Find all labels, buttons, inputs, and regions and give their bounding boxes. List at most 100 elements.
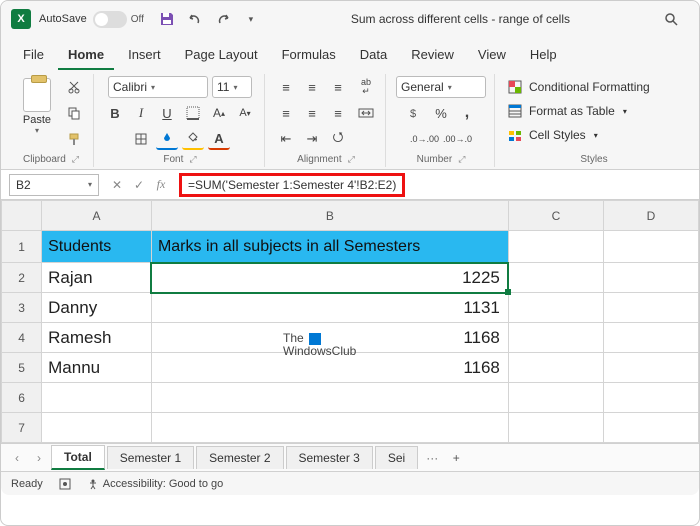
- row-header[interactable]: 2: [2, 263, 42, 293]
- accounting-format-icon[interactable]: $: [404, 102, 426, 124]
- autosave-toggle[interactable]: AutoSave Off: [39, 11, 144, 28]
- active-cell[interactable]: 1225: [151, 263, 508, 293]
- cell[interactable]: [42, 413, 152, 443]
- decrease-decimal-icon[interactable]: .00→.0: [443, 128, 472, 150]
- cell[interactable]: [603, 293, 698, 323]
- toggle-switch-icon[interactable]: [93, 11, 127, 28]
- cell[interactable]: Rajan: [42, 263, 152, 293]
- cell-styles-button[interactable]: Cell Styles▾: [505, 124, 600, 146]
- accessibility-status[interactable]: Accessibility: Good to go: [87, 478, 223, 490]
- number-format-select[interactable]: General▾: [396, 76, 486, 98]
- tab-formulas[interactable]: Formulas: [272, 41, 346, 70]
- cell[interactable]: Marks in all subjects in all Semesters: [151, 231, 508, 263]
- sheet-tab[interactable]: Semester 1: [107, 446, 194, 469]
- cell[interactable]: [151, 383, 508, 413]
- merge-center-icon[interactable]: [355, 102, 377, 124]
- fill-color-icon[interactable]: [182, 128, 204, 150]
- spreadsheet-grid[interactable]: A B C D 1 Students Marks in all subjects…: [1, 200, 699, 443]
- font-color-icon[interactable]: A: [208, 128, 230, 150]
- italic-button[interactable]: I: [130, 102, 152, 124]
- bold-button[interactable]: B: [104, 102, 126, 124]
- underline-button[interactable]: U: [156, 102, 178, 124]
- name-box[interactable]: B2 ▾: [9, 174, 99, 196]
- cell[interactable]: [508, 263, 603, 293]
- column-header[interactable]: C: [508, 201, 603, 231]
- sheet-tab[interactable]: Semester 2: [196, 446, 283, 469]
- comma-format-icon[interactable]: ,: [456, 102, 478, 124]
- dialog-launcher-icon[interactable]: ⤢: [458, 154, 465, 165]
- chevron-down-icon[interactable]: ▾: [35, 126, 39, 135]
- cell[interactable]: 1168: [151, 323, 508, 353]
- align-right-icon[interactable]: ≡: [327, 102, 349, 124]
- add-sheet-icon[interactable]: +: [446, 451, 466, 465]
- align-middle-icon[interactable]: ≡: [301, 76, 323, 98]
- tab-help[interactable]: Help: [520, 41, 567, 70]
- cell[interactable]: [508, 323, 603, 353]
- redo-icon[interactable]: [214, 10, 232, 28]
- format-as-table-button[interactable]: Format as Table▾: [505, 100, 629, 122]
- font-name-select[interactable]: Calibri▾: [108, 76, 208, 98]
- cell[interactable]: [603, 413, 698, 443]
- increase-decimal-icon[interactable]: .0→.00: [410, 128, 439, 150]
- theme-color-icon[interactable]: [156, 128, 178, 150]
- tab-review[interactable]: Review: [401, 41, 464, 70]
- search-icon[interactable]: [661, 9, 681, 29]
- undo-icon[interactable]: [186, 10, 204, 28]
- row-header[interactable]: 6: [2, 383, 42, 413]
- tab-nav-next-icon[interactable]: ›: [29, 451, 49, 465]
- enter-formula-icon[interactable]: ✓: [129, 175, 149, 195]
- borders-icon[interactable]: [130, 128, 152, 150]
- cell[interactable]: [42, 383, 152, 413]
- column-header[interactable]: D: [603, 201, 698, 231]
- tab-page-layout[interactable]: Page Layout: [175, 41, 268, 70]
- dialog-launcher-icon[interactable]: ⤢: [189, 154, 196, 165]
- sheet-tab-total[interactable]: Total: [51, 445, 105, 470]
- increase-indent-icon[interactable]: ⇥: [301, 128, 323, 150]
- cell[interactable]: 1131: [151, 293, 508, 323]
- align-left-icon[interactable]: ≡: [275, 102, 297, 124]
- cell[interactable]: Ramesh: [42, 323, 152, 353]
- cell[interactable]: [603, 353, 698, 383]
- tab-file[interactable]: File: [13, 41, 54, 70]
- cell[interactable]: [603, 323, 698, 353]
- format-painter-icon[interactable]: [63, 128, 85, 150]
- tab-home[interactable]: Home: [58, 41, 114, 70]
- dialog-launcher-icon[interactable]: ⤢: [72, 154, 79, 165]
- cell[interactable]: [508, 413, 603, 443]
- tabs-overflow-icon[interactable]: ···: [420, 451, 444, 465]
- copy-icon[interactable]: [63, 102, 85, 124]
- dialog-launcher-icon[interactable]: ⤢: [348, 154, 355, 165]
- cell[interactable]: [603, 383, 698, 413]
- sheet-tab[interactable]: Semester 3: [286, 446, 373, 469]
- orientation-icon[interactable]: ⭯: [327, 128, 349, 150]
- cell[interactable]: [603, 263, 698, 293]
- paste-button[interactable]: Paste ▾: [17, 76, 57, 135]
- align-bottom-icon[interactable]: ≡: [327, 76, 349, 98]
- column-header[interactable]: A: [42, 201, 152, 231]
- border-button[interactable]: [182, 102, 204, 124]
- conditional-formatting-button[interactable]: Conditional Formatting: [505, 76, 652, 98]
- cut-icon[interactable]: [63, 76, 85, 98]
- tab-insert[interactable]: Insert: [118, 41, 171, 70]
- cell[interactable]: [508, 383, 603, 413]
- cell[interactable]: Mannu: [42, 353, 152, 383]
- decrease-font-icon[interactable]: A▾: [234, 102, 256, 124]
- cell[interactable]: [603, 231, 698, 263]
- align-top-icon[interactable]: ≡: [275, 76, 297, 98]
- cell[interactable]: [508, 353, 603, 383]
- cell[interactable]: [508, 231, 603, 263]
- tab-data[interactable]: Data: [350, 41, 397, 70]
- select-all-corner[interactable]: [2, 201, 42, 231]
- cell[interactable]: 1168: [151, 353, 508, 383]
- row-header[interactable]: 5: [2, 353, 42, 383]
- row-header[interactable]: 1: [2, 231, 42, 263]
- sheet-tab[interactable]: Sei: [375, 446, 418, 469]
- row-header[interactable]: 7: [2, 413, 42, 443]
- qat-dropdown-icon[interactable]: ▾: [242, 10, 260, 28]
- percent-format-icon[interactable]: %: [430, 102, 452, 124]
- macro-record-icon[interactable]: [59, 478, 71, 490]
- tab-view[interactable]: View: [468, 41, 516, 70]
- increase-font-icon[interactable]: A▴: [208, 102, 230, 124]
- wrap-text-icon[interactable]: ab↵: [355, 76, 377, 98]
- column-header[interactable]: B: [151, 201, 508, 231]
